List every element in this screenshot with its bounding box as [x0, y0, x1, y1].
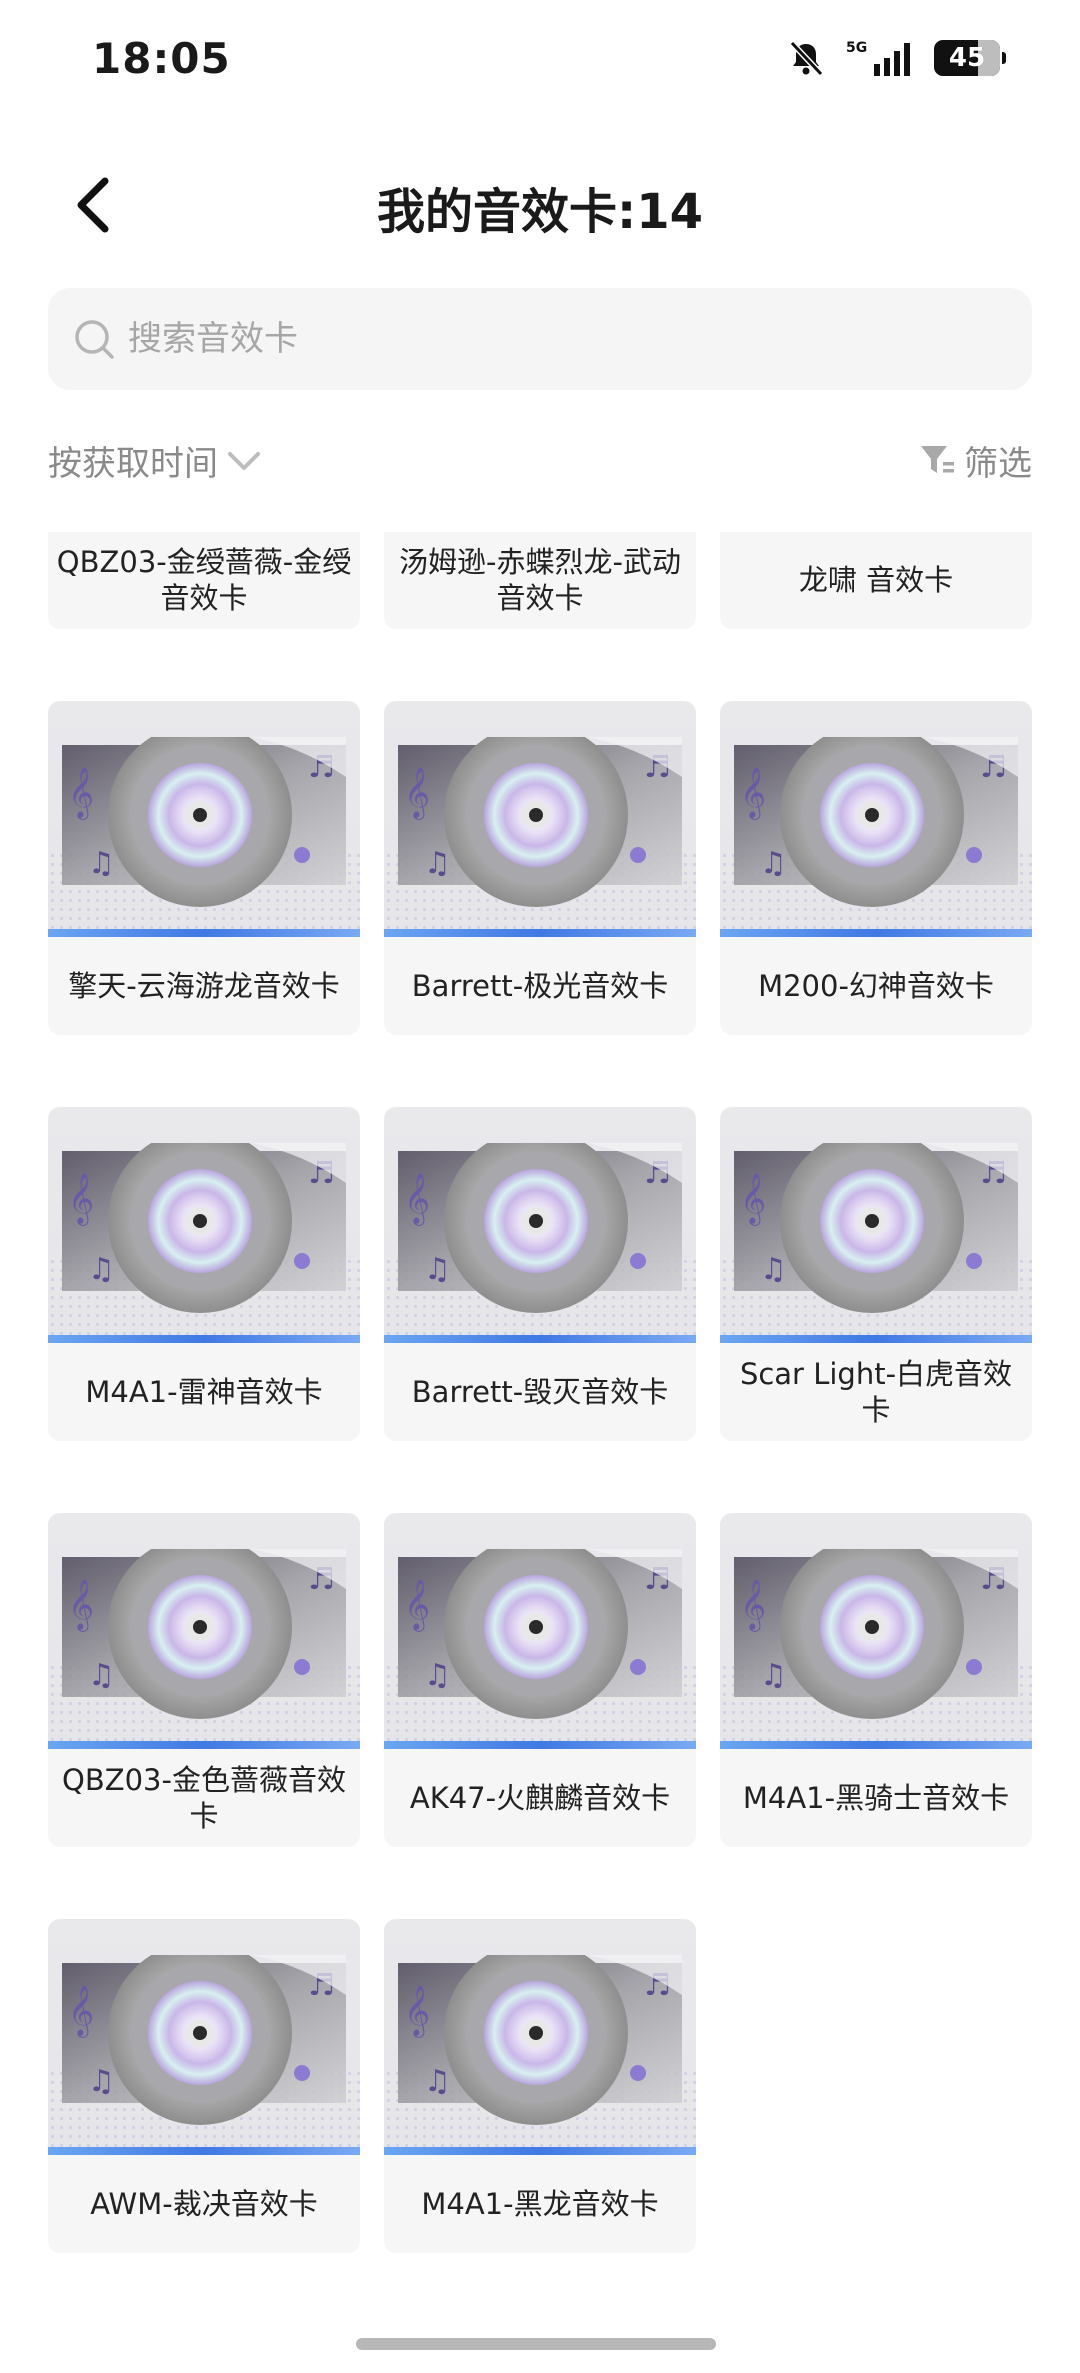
sound-card[interactable]: 𝄞 ♫ ♬ QBZ03-金色蔷薇音效卡 — [48, 1513, 360, 1847]
svg-text:𝄞: 𝄞 — [740, 1579, 766, 1632]
card-list: 𝄞 ♫ ♬ QBZ03-金绶蔷薇-金绶音效卡汤姆逊-赤蝶烈龙-武动音效卡 𝄞 ♫… — [48, 532, 1032, 2253]
sound-card-name: 汤姆逊-赤蝶烈龙-武动音效卡 — [399, 545, 681, 615]
status-time: 18:05 — [92, 34, 231, 83]
battery-level: 45 — [948, 43, 986, 73]
sound-card-image: 𝄞 ♫ ♬ — [384, 1513, 696, 1749]
svg-text:𝄞: 𝄞 — [404, 1985, 430, 2038]
svg-text:𝄞: 𝄞 — [740, 767, 766, 820]
sound-card-name: M4A1-黑骑士音效卡 — [742, 1781, 1010, 1815]
sound-card[interactable]: 𝄞 ♫ ♬ AK47-火麒麟音效卡 — [384, 1513, 696, 1847]
sound-card-image: 𝄞 ♫ ♬ — [384, 701, 696, 937]
svg-text:𝄞: 𝄞 — [68, 767, 94, 820]
sound-card-name: Barrett-毁灭音效卡 — [411, 1375, 669, 1409]
sound-card-name: AWM-裁决音效卡 — [90, 2187, 318, 2221]
svg-text:𝄞: 𝄞 — [404, 1579, 430, 1632]
svg-text:♫: ♫ — [88, 2064, 115, 2099]
svg-text:♫: ♫ — [88, 846, 115, 881]
music-disc-icon: 𝄞 ♫ ♬ — [62, 1549, 346, 1719]
sound-card[interactable]: 汤姆逊-赤蝶烈龙-武动音效卡 — [384, 532, 696, 629]
sound-card-image: 𝄞 ♫ ♬ — [720, 1107, 1032, 1343]
sound-card-image: 𝄞 ♫ ♬ — [720, 1513, 1032, 1749]
svg-text:♫: ♫ — [424, 846, 451, 881]
music-disc-icon: 𝄞 ♫ ♬ — [734, 1549, 1018, 1719]
sound-card-image: 𝄞 ♫ ♬ — [384, 1107, 696, 1343]
music-disc-icon: 𝄞 ♫ ♬ — [62, 1955, 346, 2125]
music-disc-icon: 𝄞 ♫ ♬ — [398, 737, 682, 907]
page-title: 我的音效卡:14 — [377, 184, 703, 240]
svg-text:♫: ♫ — [88, 1252, 115, 1287]
svg-text:𝄞: 𝄞 — [404, 767, 430, 820]
sound-card[interactable]: 𝄞 ♫ ♬ AWM-裁决音效卡 — [48, 1919, 360, 2253]
music-disc-icon: 𝄞 ♫ ♬ — [398, 1143, 682, 1313]
svg-text:♫: ♫ — [424, 1658, 451, 1693]
filter-label: 筛选 — [964, 444, 1032, 484]
sound-card-name: Scar Light-白虎音效卡 — [739, 1357, 1013, 1427]
sound-card-name: AK47-火麒麟音效卡 — [409, 1781, 671, 1815]
filter-button[interactable]: 筛选 — [918, 436, 1032, 485]
sound-card-image: 𝄞 ♫ ♬ — [720, 701, 1032, 937]
music-disc-icon: 𝄞 ♫ ♬ — [62, 1143, 346, 1313]
svg-text:𝄞: 𝄞 — [68, 1985, 94, 2038]
svg-text:𝄞: 𝄞 — [68, 1579, 94, 1632]
battery-icon: 45 — [934, 40, 1006, 76]
sound-card[interactable]: 𝄞 ♫ ♬ 擎天-云海游龙音效卡 — [48, 701, 360, 1035]
svg-text:𝄞: 𝄞 — [740, 1173, 766, 1226]
music-disc-icon: 𝄞 ♫ ♬ — [398, 1955, 682, 2125]
sound-card[interactable]: 𝄞 ♫ ♬ Barrett-极光音效卡 — [384, 701, 696, 1035]
sound-card-image: 𝄞 ♫ ♬ — [48, 1107, 360, 1343]
sound-card-name: M200-幻神音效卡 — [758, 969, 994, 1003]
signal-icon: 5G — [846, 40, 910, 76]
mute-bell-icon — [789, 40, 824, 77]
svg-text:♫: ♫ — [760, 1658, 787, 1693]
music-disc-icon: 𝄞 ♫ ♬ — [398, 1549, 682, 1719]
status-icons: 5G 45 — [786, 38, 1006, 78]
header: 我的音效卡:14 — [0, 150, 1080, 260]
sound-card-name: M4A1-黑龙音效卡 — [421, 2187, 659, 2221]
sort-dropdown[interactable]: 按获取时间 — [48, 436, 262, 485]
sort-filter-bar: 按获取时间 筛选 — [48, 432, 1032, 496]
svg-text:♫: ♫ — [760, 1252, 787, 1287]
sound-card-name: Barrett-极光音效卡 — [411, 969, 669, 1003]
sound-card[interactable]: 𝄞 ♫ ♬ M4A1-黑骑士音效卡 — [720, 1513, 1032, 1847]
svg-text:𝄞: 𝄞 — [404, 1173, 430, 1226]
card-grid: 𝄞 ♫ ♬ QBZ03-金绶蔷薇-金绶音效卡汤姆逊-赤蝶烈龙-武动音效卡 𝄞 ♫… — [0, 532, 1080, 2332]
sort-label: 按获取时间 — [48, 444, 218, 484]
svg-text:♫: ♫ — [88, 1658, 115, 1693]
sound-card[interactable]: 𝄞 ♫ ♬ 龙啸 音效卡 — [720, 532, 1032, 629]
music-disc-icon: 𝄞 ♫ ♬ — [734, 737, 1018, 907]
sound-card-name: 擎天-云海游龙音效卡 — [68, 969, 340, 1003]
search-input[interactable] — [128, 319, 1032, 359]
sound-card[interactable]: 𝄞 ♫ ♬ M4A1-黑龙音效卡 — [384, 1919, 696, 2253]
chevron-down-icon — [228, 451, 260, 470]
sound-card-image: 𝄞 ♫ ♬ — [48, 701, 360, 937]
sound-card-image: 𝄞 ♫ ♬ — [48, 1513, 360, 1749]
network-label: 5G — [846, 40, 867, 56]
sound-card-image: 𝄞 ♫ ♬ — [384, 1919, 696, 2155]
sound-card-name: 龙啸 音效卡 — [798, 563, 954, 597]
music-disc-icon: 𝄞 ♫ ♬ — [734, 1143, 1018, 1313]
svg-text:𝄞: 𝄞 — [68, 1173, 94, 1226]
sound-card[interactable]: 𝄞 ♫ ♬ Scar Light-白虎音效卡 — [720, 1107, 1032, 1441]
search-bar[interactable] — [48, 288, 1032, 390]
svg-text:♫: ♫ — [760, 846, 787, 881]
music-disc-icon: 𝄞 ♫ ♬ — [62, 737, 346, 907]
sound-card[interactable]: 𝄞 ♫ ♬ M200-幻神音效卡 — [720, 701, 1032, 1035]
status-bar: 18:05 5G 45 — [0, 0, 1080, 120]
filter-icon — [921, 445, 954, 473]
svg-text:♫: ♫ — [424, 2064, 451, 2099]
home-indicator[interactable] — [356, 2338, 716, 2350]
sound-card[interactable]: 𝄞 ♫ ♬ QBZ03-金绶蔷薇-金绶音效卡 — [48, 532, 360, 629]
sound-card[interactable]: 𝄞 ♫ ♬ M4A1-雷神音效卡 — [48, 1107, 360, 1441]
sound-card-name: M4A1-雷神音效卡 — [85, 1375, 323, 1409]
sound-card-image: 𝄞 ♫ ♬ — [48, 1919, 360, 2155]
sound-card[interactable]: 𝄞 ♫ ♬ Barrett-毁灭音效卡 — [384, 1107, 696, 1441]
sound-card-name: QBZ03-金绶蔷薇-金绶音效卡 — [56, 545, 352, 615]
sound-card-name: QBZ03-金色蔷薇音效卡 — [62, 1763, 346, 1833]
svg-text:♫: ♫ — [424, 1252, 451, 1287]
search-icon — [75, 320, 114, 359]
